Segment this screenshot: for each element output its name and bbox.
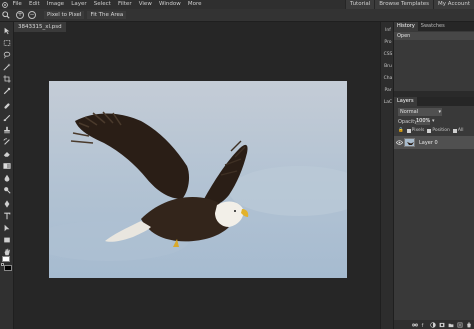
info-panel-button[interactable]: Inf xyxy=(382,26,394,35)
new-layer-icon[interactable] xyxy=(457,322,463,328)
eraser-tool-icon[interactable] xyxy=(2,149,12,158)
lock-position-label: Position xyxy=(432,128,450,133)
history-panel-header: History Swatches xyxy=(394,22,474,31)
my-account-button[interactable]: My Account xyxy=(433,0,474,9)
lock-row: 🔒 Pixels Position All xyxy=(398,128,464,134)
right-panels: History Swatches Open Layers Normal ▾ Op… xyxy=(394,22,474,329)
character-panel-button[interactable]: Cha xyxy=(382,74,394,83)
layers-panel-header: Layers xyxy=(394,97,474,106)
menu-select[interactable]: Select xyxy=(90,0,114,9)
document-tab[interactable]: 3843315_xl.psd xyxy=(14,22,66,32)
collapsed-panels-column: Inf Pro CSS Bru Cha Par LaC xyxy=(380,22,394,329)
brush-tool-icon[interactable] xyxy=(2,113,12,122)
dodge-tool-icon[interactable] xyxy=(2,185,12,194)
tab-swatches[interactable]: Swatches xyxy=(418,22,448,31)
menu-file[interactable]: File xyxy=(9,0,25,9)
layers-panel: Normal ▾ Opacity: 100% ▾ 🔒 Pixels Positi… xyxy=(394,106,474,329)
lock-position-checkbox[interactable] xyxy=(427,129,432,133)
blend-mode-select[interactable]: Normal ▾ xyxy=(398,108,442,116)
path-selection-tool-icon[interactable] xyxy=(2,223,12,232)
menu-edit[interactable]: Edit xyxy=(25,0,43,9)
layer-row[interactable]: Layer 0 xyxy=(394,136,474,149)
layer-comps-panel-button[interactable]: LaC xyxy=(382,98,394,107)
lock-pixels-label: Pixels xyxy=(411,128,425,133)
properties-panel-button[interactable]: Pro xyxy=(382,38,394,47)
opacity-dropdown-icon[interactable]: ▾ xyxy=(432,118,435,125)
link-layers-icon[interactable] xyxy=(412,322,418,328)
move-tool-icon[interactable] xyxy=(2,26,12,35)
delete-layer-icon[interactable] xyxy=(466,322,472,328)
menu-view[interactable]: View xyxy=(135,0,155,9)
blur-tool-icon[interactable] xyxy=(2,173,12,182)
menu-layer[interactable]: Layer xyxy=(68,0,91,9)
fit-area-button[interactable]: Fit The Area xyxy=(87,11,127,19)
lasso-tool-icon[interactable] xyxy=(2,50,12,59)
pixel-to-pixel-button[interactable]: Pixel to Pixel xyxy=(44,11,85,19)
menu-image[interactable]: Image xyxy=(43,0,67,9)
tab-layers[interactable]: Layers xyxy=(394,97,417,106)
menubar: File Edit Image Layer Select Filter View… xyxy=(0,0,474,9)
photopea-app: File Edit Image Layer Select Filter View… xyxy=(0,0,474,329)
bald-eagle-photo[interactable] xyxy=(49,81,347,278)
lock-all-label: All xyxy=(457,128,464,133)
gradient-tool-icon[interactable] xyxy=(2,161,12,170)
adjustment-layer-icon[interactable] xyxy=(430,321,436,328)
css-panel-button[interactable]: CSS xyxy=(382,50,394,59)
layer-effects-icon[interactable]: f xyxy=(421,322,427,327)
options-bar: + − Pixel to Pixel Fit The Area xyxy=(0,9,474,22)
eyedropper-tool-icon[interactable] xyxy=(2,86,12,95)
tools-panel xyxy=(0,22,14,329)
layers-footer: f xyxy=(394,320,474,329)
zoom-tool-icon[interactable] xyxy=(0,9,12,21)
zoom-in-button[interactable]: + xyxy=(16,11,24,19)
magic-wand-tool-icon[interactable] xyxy=(2,62,12,71)
crop-tool-icon[interactable] xyxy=(2,74,12,83)
zoom-out-button[interactable]: − xyxy=(28,11,36,19)
menu-window[interactable]: Window xyxy=(155,0,184,9)
shape-tool-icon[interactable] xyxy=(2,235,12,244)
healing-brush-tool-icon[interactable] xyxy=(2,101,12,110)
pen-tool-icon[interactable] xyxy=(2,199,12,208)
clone-stamp-tool-icon[interactable] xyxy=(2,125,12,134)
tab-history[interactable]: History xyxy=(394,22,418,31)
browse-templates-button[interactable]: Browse Templates xyxy=(374,0,434,9)
history-list: Open xyxy=(394,31,474,91)
chevron-down-icon: ▾ xyxy=(438,109,441,115)
new-folder-icon[interactable] xyxy=(448,322,454,328)
opacity-input[interactable]: 100% xyxy=(416,118,430,125)
lock-pixels-checkbox[interactable] xyxy=(406,129,411,133)
brush-panel-button[interactable]: Bru xyxy=(382,62,394,71)
type-tool-icon[interactable] xyxy=(2,211,12,220)
layer-mask-icon[interactable] xyxy=(439,322,445,328)
menubar-right: Tutorial Browse Templates My Account xyxy=(345,0,474,9)
visibility-eye-icon[interactable] xyxy=(394,140,404,145)
svg-text:f: f xyxy=(422,322,424,327)
layer-name: Layer 0 xyxy=(419,139,438,146)
history-entry-open[interactable]: Open xyxy=(394,32,474,40)
paragraph-panel-button[interactable]: Par xyxy=(382,86,394,95)
background-color-swatch[interactable] xyxy=(4,265,12,271)
hand-tool-icon[interactable] xyxy=(2,247,12,256)
tutorial-button[interactable]: Tutorial xyxy=(345,0,375,9)
canvas-workspace[interactable] xyxy=(14,32,380,329)
lock-all-checkbox[interactable] xyxy=(452,129,457,133)
menu-more[interactable]: More xyxy=(184,0,205,9)
marquee-tool-icon[interactable] xyxy=(2,38,12,47)
app-logo-icon[interactable] xyxy=(0,0,9,9)
history-brush-tool-icon[interactable] xyxy=(2,137,12,146)
layer-thumbnail xyxy=(404,138,415,147)
document-tabs: 3843315_xl.psd xyxy=(14,22,380,32)
foreground-color-swatch[interactable] xyxy=(2,256,10,262)
menu-filter[interactable]: Filter xyxy=(114,0,135,9)
lock-icon: 🔒 xyxy=(398,128,404,133)
blend-mode-value: Normal xyxy=(400,109,419,115)
